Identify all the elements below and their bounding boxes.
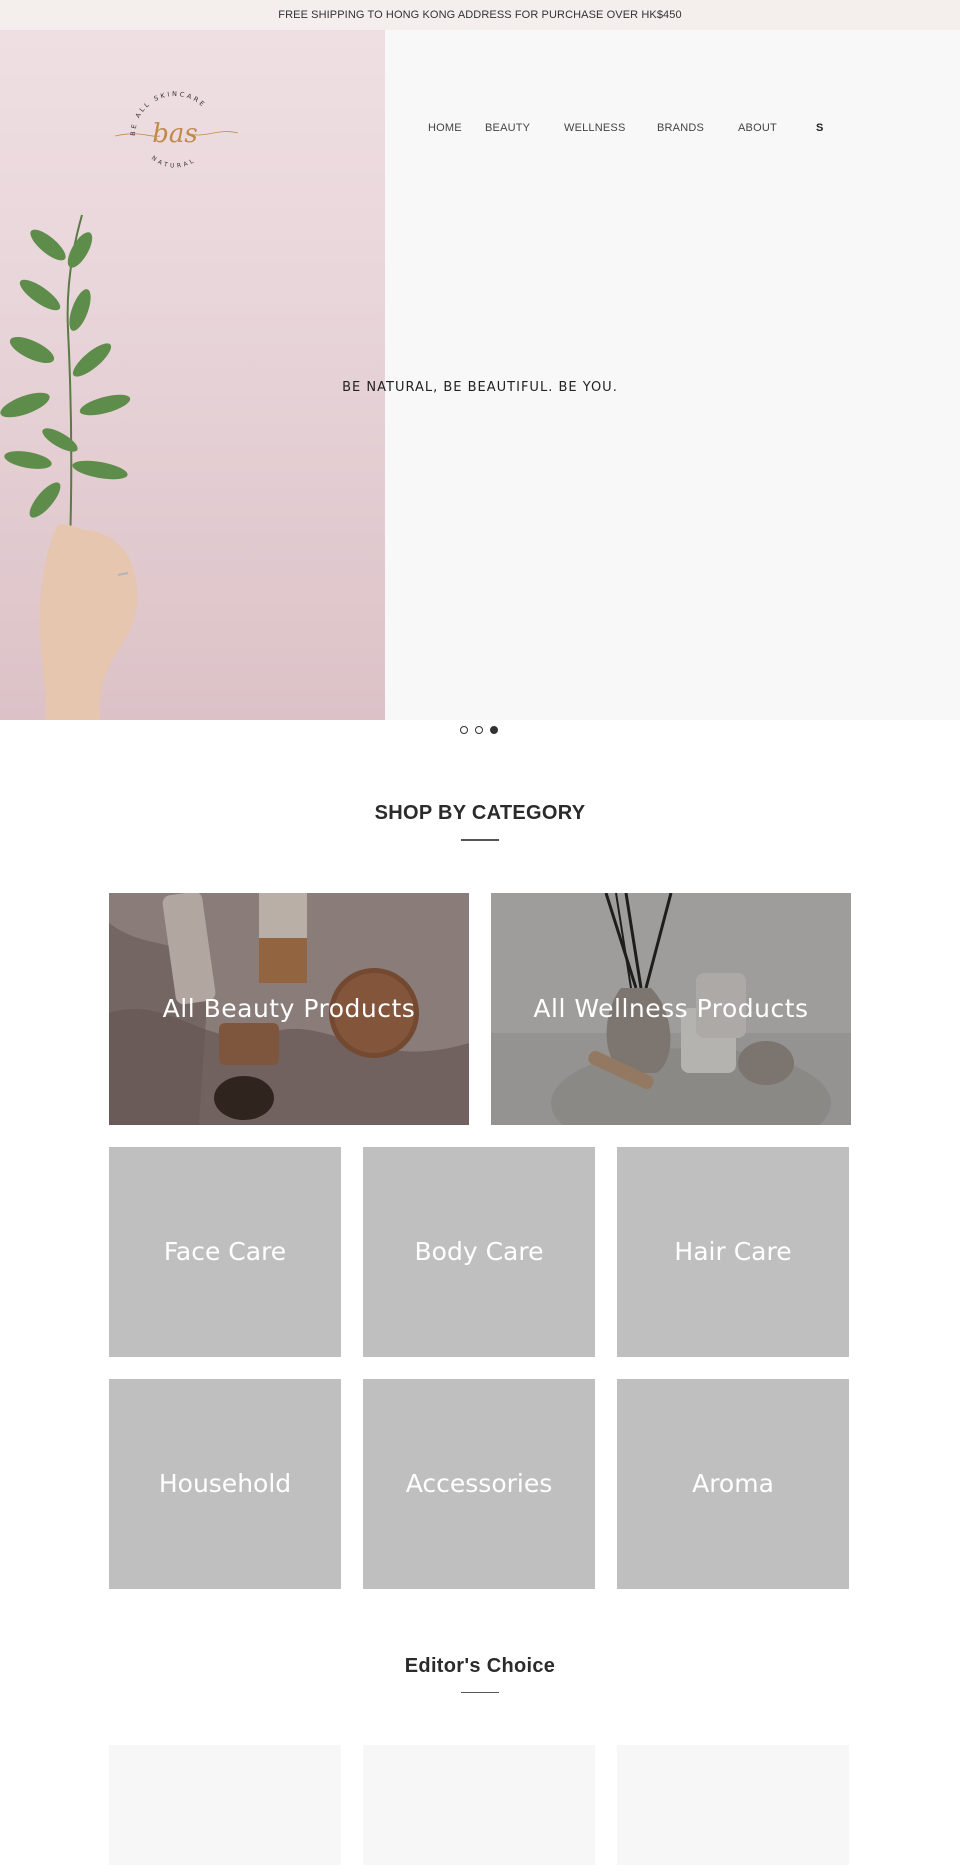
nav-beauty[interactable]: BEAUTY — [485, 122, 530, 134]
featured-tile-wellness[interactable]: All Wellness Products — [491, 892, 851, 1125]
slide-dot-3[interactable] — [490, 726, 498, 734]
category-tile-household[interactable]: Household — [109, 1378, 341, 1589]
slide-dot-2[interactable] — [475, 726, 483, 734]
product-card[interactable] — [617, 1745, 849, 1865]
nav-home[interactable]: HOME — [428, 122, 462, 134]
category-grid: Face Care Body Care Hair Care Household … — [109, 1146, 851, 1589]
nav-about[interactable]: ABOUT — [738, 122, 777, 134]
category-tile-accessories[interactable]: Accessories — [363, 1378, 595, 1589]
hero-tagline: BE NATURAL, BE BEAUTIFUL. BE YOU. — [342, 380, 618, 395]
logo-bottom-text: NATURAL — [150, 155, 194, 170]
category-tile-face-care[interactable]: Face Care — [109, 1146, 341, 1357]
slide-dot-1[interactable] — [460, 726, 468, 734]
announcement-text: FREE SHIPPING TO HONG KONG ADDRESS FOR P… — [278, 9, 682, 21]
category-tile-hair-care[interactable]: Hair Care — [617, 1146, 849, 1357]
shop-by-category-section: SHOP BY CATEGORY All Beauty Products All… — [0, 720, 960, 1589]
section-title: Editor's Choice — [404, 1654, 556, 1677]
category-label: Body Care — [414, 1237, 544, 1266]
featured-tile-beauty[interactable]: All Beauty Products — [109, 892, 469, 1125]
svg-text:NATURAL: NATURAL — [150, 155, 197, 170]
main-nav: HOME BEAUTY WELLNESS BRANDS ABOUT S — [0, 122, 960, 142]
category-label: Face Care — [163, 1237, 287, 1266]
title-divider — [461, 839, 499, 841]
announcement-bar: FREE SHIPPING TO HONG KONG ADDRESS FOR P… — [0, 0, 960, 30]
cart-button[interactable]: S — [816, 122, 824, 134]
nav-wellness[interactable]: WELLNESS — [564, 122, 626, 134]
editors-choice-section: Editor's Choice — [0, 1589, 960, 1865]
nav-brands[interactable]: BRANDS — [657, 122, 704, 134]
hero-slider: BE ALL SKINCARE NATURAL bas HOME BEAUTY … — [0, 30, 960, 734]
product-card[interactable] — [109, 1745, 341, 1865]
section-title: SHOP BY CATEGORY — [374, 802, 586, 824]
featured-tile-label: All Beauty Products — [162, 994, 416, 1023]
category-tile-aroma[interactable]: Aroma — [617, 1378, 849, 1589]
category-label: Hair Care — [674, 1237, 792, 1266]
category-label: Household — [158, 1469, 292, 1498]
featured-tile-label: All Wellness Products — [533, 994, 809, 1023]
category-label: Aroma — [692, 1469, 774, 1498]
category-tile-body-care[interactable]: Body Care — [363, 1146, 595, 1357]
product-card[interactable] — [363, 1745, 595, 1865]
category-label: Accessories — [405, 1469, 553, 1498]
slider-pagination — [460, 726, 498, 734]
title-divider — [461, 1691, 499, 1693]
